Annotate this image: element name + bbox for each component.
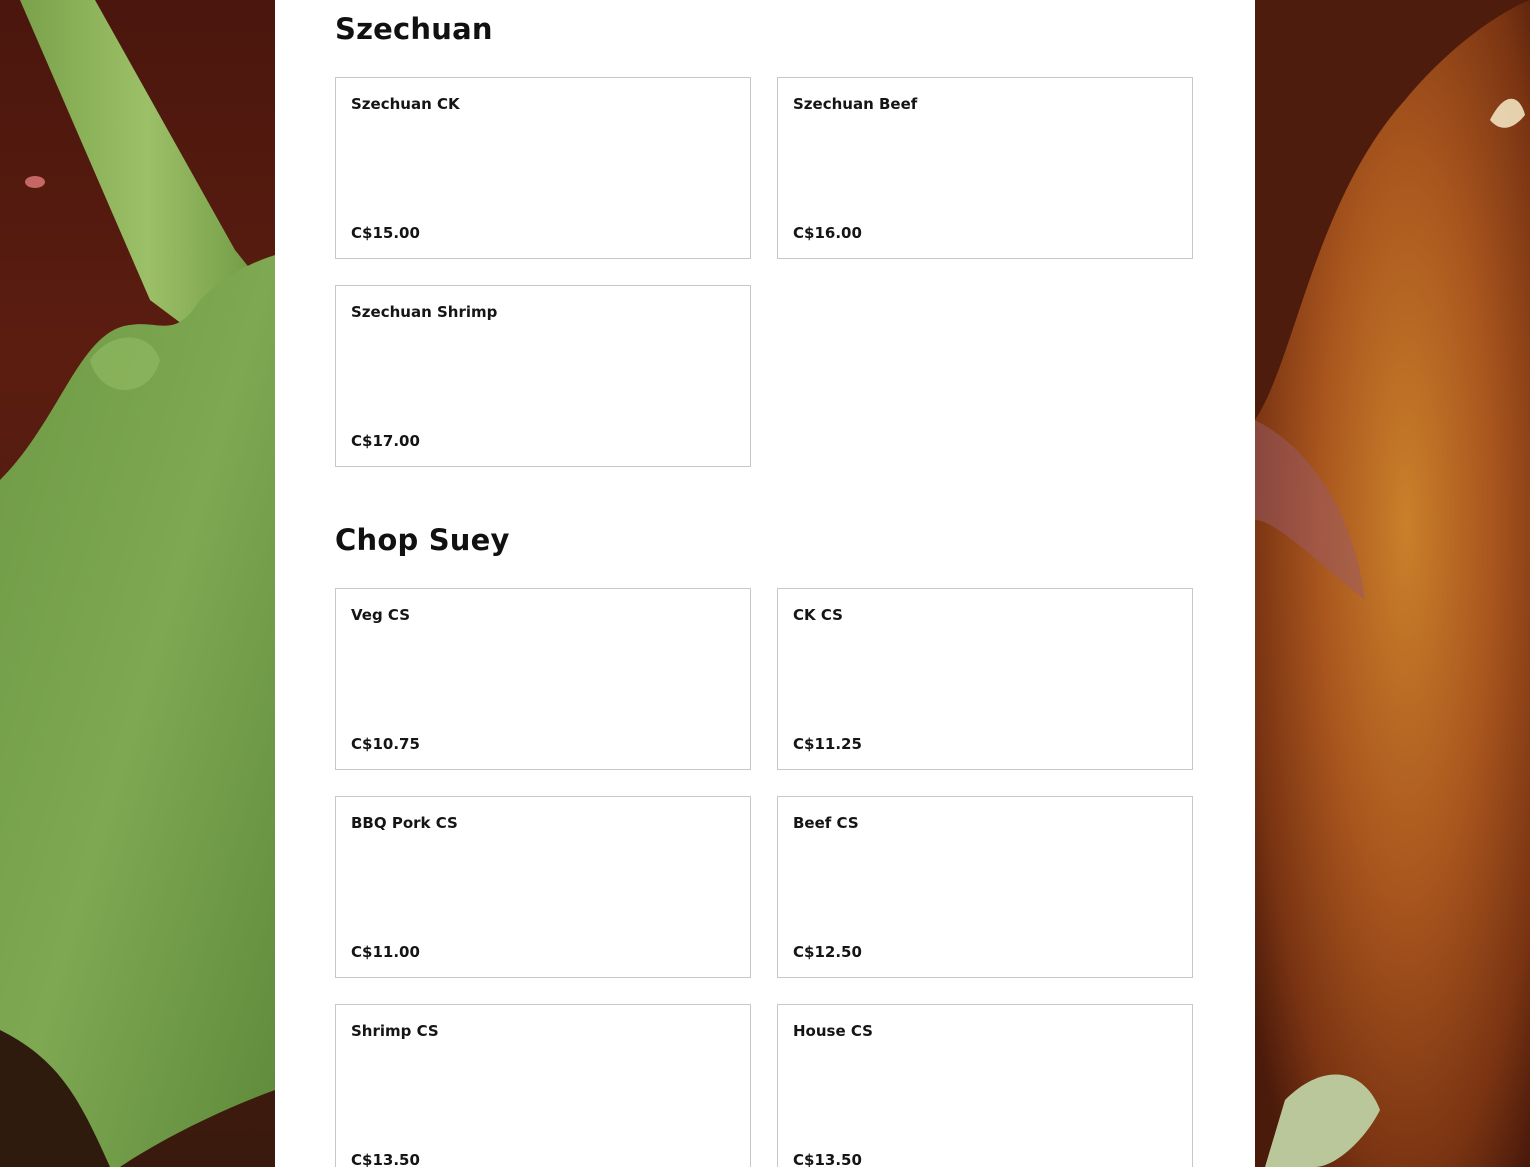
page: Szechuan Szechuan CK C$15.00 Szechuan Be… [0, 0, 1530, 1167]
background-image-left [0, 0, 275, 1167]
menu-item-card[interactable]: Szechuan Beef C$16.00 [777, 77, 1193, 259]
menu-item-price: C$15.00 [351, 224, 420, 242]
menu-item-card[interactable]: Szechuan CK C$15.00 [335, 77, 751, 259]
menu-item-card[interactable]: Beef CS C$12.50 [777, 796, 1193, 978]
menu-item-name: Szechuan Shrimp [351, 303, 498, 321]
menu-item-name: BBQ Pork CS [351, 814, 458, 832]
section-title-chop-suey: Chop Suey [335, 523, 510, 557]
section-title-szechuan: Szechuan [335, 12, 493, 46]
menu-item-price: C$13.50 [793, 1151, 862, 1167]
menu-item-card[interactable]: House CS C$13.50 [777, 1004, 1193, 1167]
menu-content: Szechuan Szechuan CK C$15.00 Szechuan Be… [275, 0, 1255, 1167]
background-image-right [1255, 0, 1530, 1167]
menu-item-price: C$11.25 [793, 735, 862, 753]
menu-item-name: CK CS [793, 606, 843, 624]
menu-item-name: Beef CS [793, 814, 859, 832]
menu-item-price: C$16.00 [793, 224, 862, 242]
menu-item-price: C$11.00 [351, 943, 420, 961]
menu-item-price: C$13.50 [351, 1151, 420, 1167]
menu-item-name: Veg CS [351, 606, 411, 624]
menu-item-name: Shrimp CS [351, 1022, 439, 1040]
menu-item-card[interactable]: Szechuan Shrimp C$17.00 [335, 285, 751, 467]
menu-item-card[interactable]: Shrimp CS C$13.50 [335, 1004, 751, 1167]
menu-item-price: C$12.50 [793, 943, 862, 961]
menu-item-name: Szechuan Beef [793, 95, 918, 113]
menu-item-price: C$10.75 [351, 735, 420, 753]
menu-item-name: Szechuan CK [351, 95, 460, 113]
menu-item-card[interactable]: Veg CS C$10.75 [335, 588, 751, 770]
menu-item-card[interactable]: CK CS C$11.25 [777, 588, 1193, 770]
menu-item-card[interactable]: BBQ Pork CS C$11.00 [335, 796, 751, 978]
menu-item-price: C$17.00 [351, 432, 420, 450]
menu-item-name: House CS [793, 1022, 873, 1040]
